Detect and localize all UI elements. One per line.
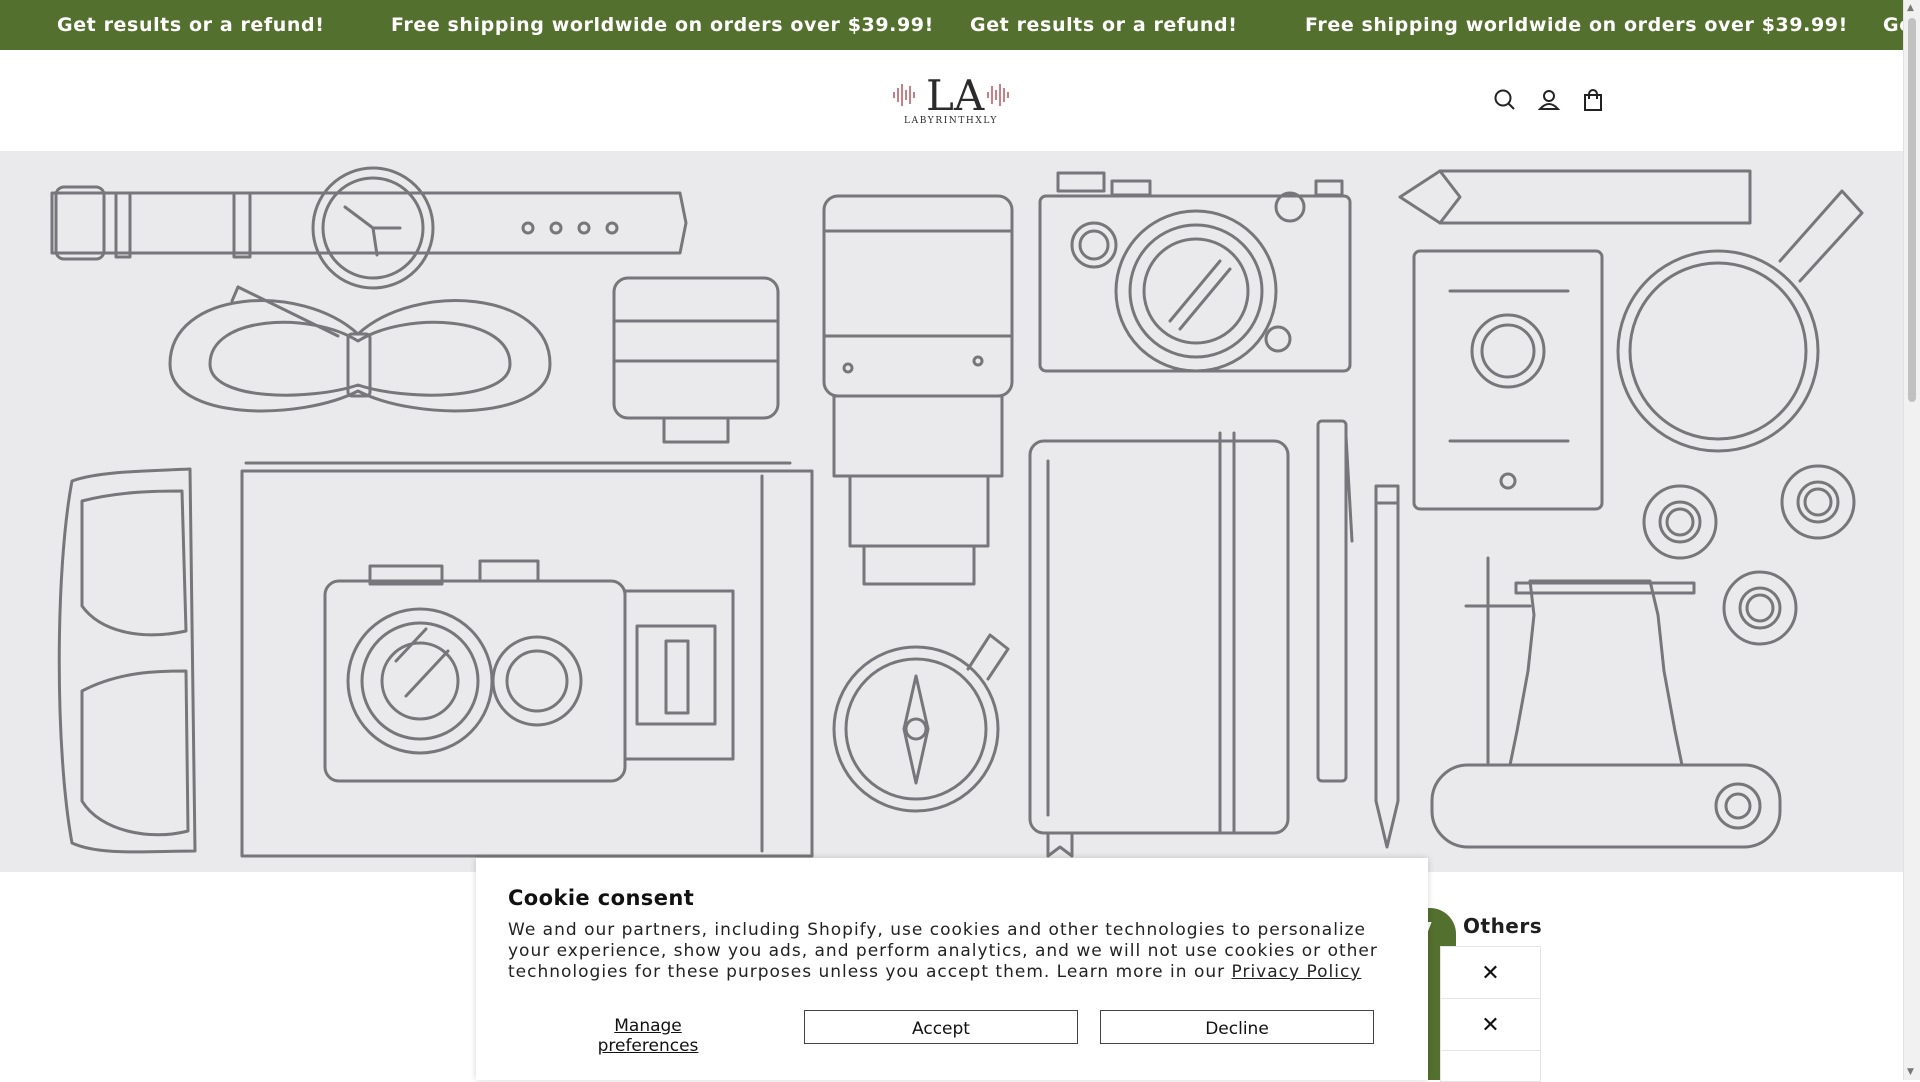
logo-monogram: LA xyxy=(926,71,985,116)
announcement-message: Get results or a refund! xyxy=(57,14,325,36)
cookie-body: We and our partners, including Shopify, … xyxy=(508,920,1398,983)
privacy-policy-link[interactable]: Privacy Policy xyxy=(1232,962,1362,982)
search-icon[interactable] xyxy=(1491,86,1519,114)
account-icon[interactable] xyxy=(1535,86,1563,114)
accept-button[interactable]: Accept xyxy=(804,1010,1078,1044)
announcement-message: Free shipping worldwide on orders over $… xyxy=(391,14,934,36)
hero-illustration xyxy=(50,166,1864,858)
scrollbar-thumb[interactable] xyxy=(1908,18,1916,402)
logo-graphic: LA xyxy=(893,71,1009,120)
cookie-consent-banner: Cookie consent We and our partners, incl… xyxy=(476,858,1428,1080)
store-logo[interactable]: LA LABYRINTHXLY xyxy=(884,66,1018,138)
list-item xyxy=(1440,1050,1541,1082)
decline-button[interactable]: Decline xyxy=(1100,1010,1374,1044)
close-icon[interactable]: ✕ xyxy=(1440,998,1541,1052)
scroll-down-icon[interactable]: ▼ xyxy=(1907,1067,1914,1077)
manage-preferences-link[interactable]: Manage preferences xyxy=(562,1016,734,1056)
announcement-message: Free shipping worldwide on orders over $… xyxy=(1305,14,1848,36)
announcement-bar: Get results or a refund! Free shipping w… xyxy=(0,0,1904,50)
scroll-up-icon[interactable]: ▲ xyxy=(1907,3,1914,13)
announcement-message: Get results or a refund! xyxy=(970,14,1238,36)
cart-icon[interactable] xyxy=(1579,86,1607,114)
cookie-title: Cookie consent xyxy=(508,886,695,910)
announcement-message: Ge xyxy=(1883,14,1904,36)
site-header: LA LABYRINTHXLY xyxy=(0,50,1904,151)
hero-banner xyxy=(0,151,1904,872)
logo-wordmark: LABYRINTHXLY xyxy=(904,116,998,126)
page-scrollbar[interactable]: ▲ ▼ xyxy=(1903,0,1920,1080)
tab-others[interactable]: Others xyxy=(1463,914,1542,938)
close-icon[interactable]: ✕ xyxy=(1440,946,1541,1000)
